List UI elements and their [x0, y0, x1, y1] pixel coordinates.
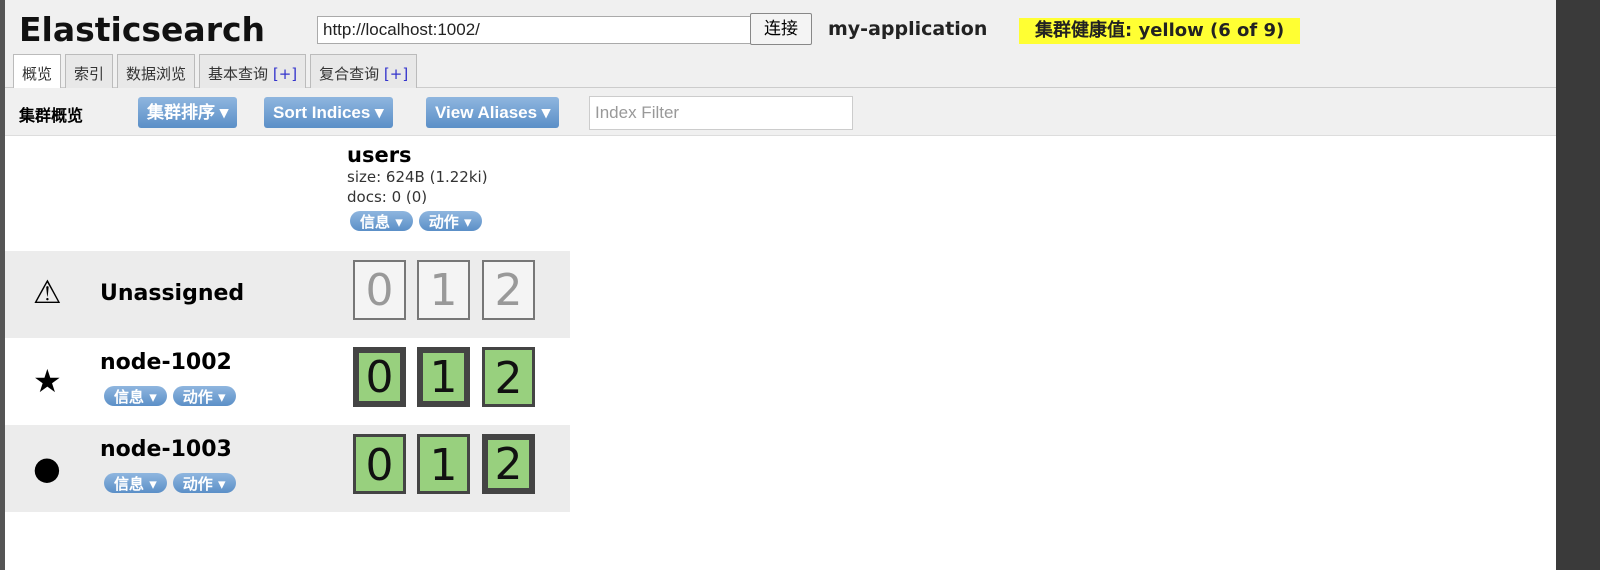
star-icon: ★: [33, 362, 62, 400]
sort-indices-button[interactable]: Sort Indices ▾: [264, 97, 393, 128]
sort-cluster-button[interactable]: 集群排序 ▾: [138, 97, 238, 128]
tab-browser[interactable]: 数据浏览: [117, 54, 196, 88]
shard-1[interactable]: 1: [417, 347, 470, 407]
header: Elasticsearch http://localhost:1002/ 连接 …: [5, 0, 1556, 89]
add-tab-link[interactable]: [+]: [384, 65, 408, 83]
cluster-name: my-application: [828, 18, 988, 40]
connect-button[interactable]: 连接: [750, 13, 812, 45]
app-title: Elasticsearch: [19, 10, 266, 49]
tab-indices[interactable]: 索引: [65, 54, 114, 88]
index-info-button[interactable]: 信息 ▾: [350, 211, 413, 231]
row-name: Unassigned: [100, 281, 245, 306]
node-row: ● node-1003 信息 ▾ 动作 ▾ 0 1 2: [5, 425, 570, 512]
index-name: users: [347, 143, 412, 167]
node-row: ★ node-1002 信息 ▾ 动作 ▾ 0 1 2: [5, 338, 570, 425]
tab-bar: 概览 索引 数据浏览 基本查询 [+] 复合查询 [+]: [13, 54, 418, 89]
index-filter-input[interactable]: Index Filter: [589, 96, 853, 130]
index-docs: docs: 0 (0): [347, 188, 428, 206]
tab-overview[interactable]: 概览: [13, 54, 62, 89]
node-info-button[interactable]: 信息 ▾: [104, 386, 167, 406]
node-name: node-1003: [100, 437, 232, 462]
tab-label: 复合查询: [319, 65, 380, 83]
tab-label: 概览: [22, 65, 53, 83]
url-input[interactable]: http://localhost:1002/: [317, 16, 751, 44]
node-info-button[interactable]: 信息 ▾: [104, 473, 167, 493]
toolbar-title: 集群概览: [19, 106, 84, 125]
window-edge-right: [1556, 0, 1600, 570]
tab-basic-query[interactable]: 基本查询 [+]: [199, 54, 307, 88]
node-action-button[interactable]: 动作 ▾: [172, 386, 236, 406]
circle-icon: ●: [33, 449, 61, 487]
shard-2[interactable]: 2: [482, 260, 535, 320]
shard-2[interactable]: 2: [482, 347, 535, 407]
tab-label: 基本查询: [208, 65, 269, 83]
index-action-button[interactable]: 动作 ▾: [418, 211, 482, 231]
shard-2[interactable]: 2: [482, 434, 535, 494]
tab-compound-query[interactable]: 复合查询 [+]: [310, 54, 418, 88]
node-name: node-1002: [100, 350, 232, 375]
tab-label: 索引: [74, 65, 105, 83]
toolbar: 集群概览 集群排序 ▾ Sort Indices ▾ View Aliases …: [5, 88, 1556, 136]
shard-0[interactable]: 0: [353, 347, 406, 407]
shard-0[interactable]: 0: [353, 434, 406, 494]
cluster-health-badge: 集群健康值: yellow (6 of 9): [1019, 18, 1301, 44]
view-aliases-button[interactable]: View Aliases ▾: [426, 97, 560, 128]
index-header: users size: 624B (1.22ki) docs: 0 (0) 信息…: [347, 143, 488, 235]
warning-icon: ⚠: [33, 273, 62, 311]
node-action-button[interactable]: 动作 ▾: [172, 473, 236, 493]
shard-1[interactable]: 1: [417, 434, 470, 494]
index-size: size: 624B (1.22ki): [347, 168, 488, 186]
shard-0[interactable]: 0: [353, 260, 406, 320]
add-tab-link[interactable]: [+]: [273, 65, 297, 83]
tab-label: 数据浏览: [126, 65, 187, 83]
unassigned-row: ⚠ Unassigned 0 1 2: [5, 251, 570, 338]
shard-1[interactable]: 1: [417, 260, 470, 320]
